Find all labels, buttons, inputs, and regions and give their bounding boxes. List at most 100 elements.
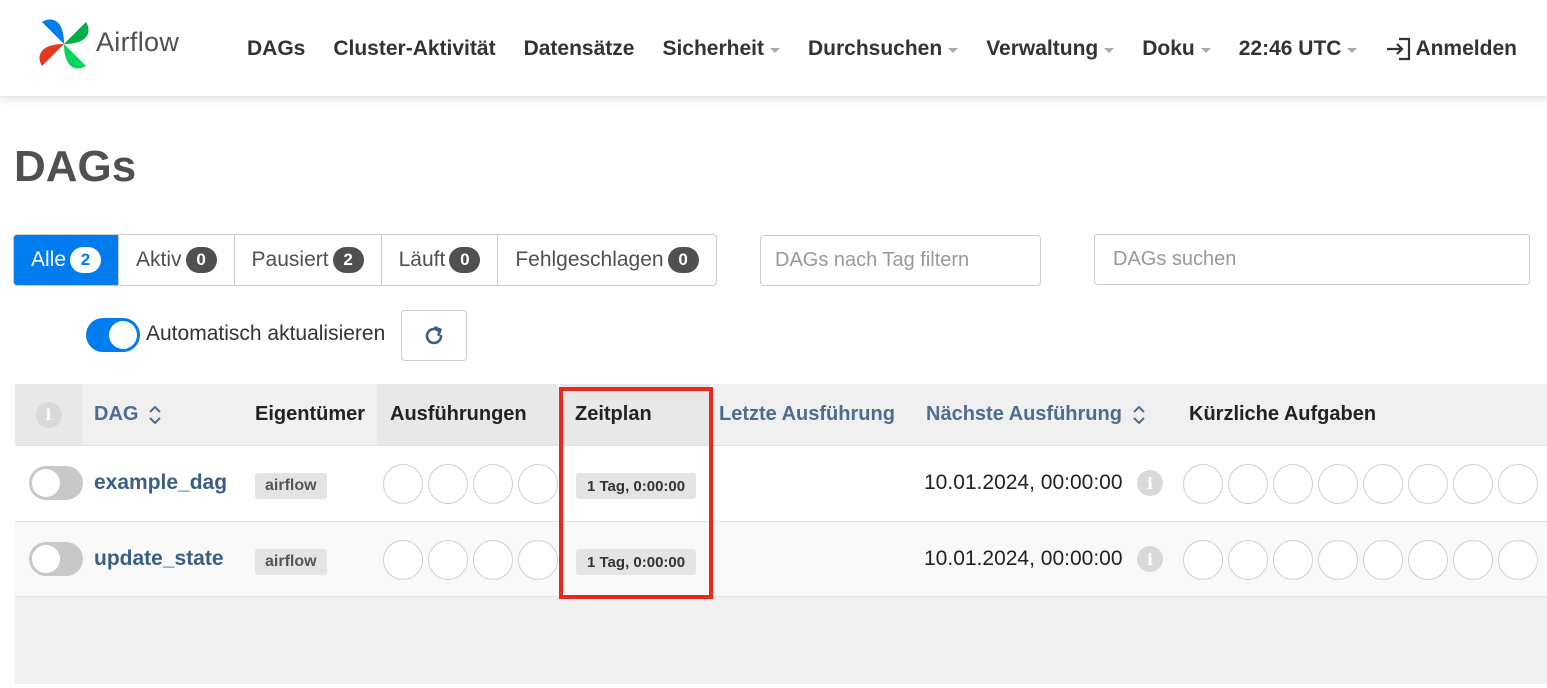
caret-down-icon <box>948 48 959 53</box>
next-run-info-icon[interactable]: i <box>1137 470 1163 496</box>
task-status-circle[interactable] <box>1318 464 1358 504</box>
header-last-run[interactable]: Letzte Ausführung <box>719 384 895 445</box>
dag-link[interactable]: example_dag <box>94 471 227 495</box>
dag-search-placeholder: DAGs suchen <box>1113 248 1237 270</box>
login-link[interactable]: Anmelden <box>1385 37 1517 61</box>
brand-name: Airflow <box>96 26 180 57</box>
count-badge: 0 <box>185 247 217 273</box>
schedule-column-highlight <box>559 387 713 599</box>
nav-browse[interactable]: Durchsuchen <box>808 37 959 61</box>
info-icon: i <box>35 401 62 428</box>
header-recent-tasks: Kürzliche Aufgaben <box>1189 384 1376 445</box>
run-status-circle[interactable] <box>383 464 423 504</box>
header-next-run[interactable]: Nächste Ausführung <box>926 384 1146 445</box>
dag-pause-toggle[interactable] <box>29 542 83 576</box>
nav-clock[interactable]: 22:46 UTC <box>1239 37 1358 61</box>
nav-datasets[interactable]: Datensätze <box>524 37 635 61</box>
task-status-circle[interactable] <box>1408 540 1448 580</box>
task-status-circle[interactable] <box>1408 464 1448 504</box>
next-run-info-icon[interactable]: i <box>1137 546 1163 572</box>
toggle-knob <box>32 469 60 497</box>
info-icon-glyph: i <box>1146 473 1154 493</box>
owner-tag[interactable]: airflow <box>255 473 327 499</box>
run-status-circle[interactable] <box>473 540 513 580</box>
nav-security-label: Sicherheit <box>662 37 764 60</box>
filter-active-label: Aktiv <box>136 248 182 271</box>
nav-datasets-label: Datensätze <box>523 37 635 60</box>
run-status-circle[interactable] <box>473 464 513 504</box>
task-status-circle[interactable] <box>1228 540 1268 580</box>
toggle-knob <box>32 545 60 573</box>
caret-down-icon <box>770 48 780 53</box>
header-owner: Eigentümer <box>255 384 365 445</box>
run-status-circle[interactable] <box>428 464 468 504</box>
task-status-circle[interactable] <box>1183 540 1223 580</box>
refresh-button[interactable] <box>401 310 467 361</box>
task-status-circle[interactable] <box>1498 464 1538 504</box>
count-badge: 2 <box>332 247 364 273</box>
header-owner-label: Eigentümer <box>255 403 366 425</box>
status-filter-group: Alle 2 Aktiv 0 Pausiert 2 Läuft 0 Fehlge… <box>13 234 717 286</box>
filter-failed-button[interactable]: Fehlgeschlagen 0 <box>498 235 716 285</box>
main-nav: DAGs Cluster-Aktivität Datensätze Sicher… <box>247 30 1517 68</box>
filter-all-label: Alle <box>31 248 67 271</box>
task-status-circle[interactable] <box>1228 464 1268 504</box>
nav-dags-label: DAGs <box>247 37 306 60</box>
run-status-circle[interactable] <box>518 464 558 504</box>
table-header: i DAG Eigentümer Ausführungen Zeitplan L… <box>15 384 1547 445</box>
task-status-circle[interactable] <box>1453 464 1493 504</box>
page-title: DAGs <box>14 142 137 191</box>
filter-running-label: Läuft <box>398 248 446 271</box>
nav-docs[interactable]: Doku <box>1142 37 1211 61</box>
toggle-knob <box>109 321 137 349</box>
owner-tag[interactable]: airflow <box>255 549 327 575</box>
count-badge: 2 <box>70 247 102 273</box>
run-status-circle[interactable] <box>518 540 558 580</box>
filter-paused-button[interactable]: Pausiert 2 <box>234 235 382 285</box>
nav-admin-label: Verwaltung <box>986 37 1099 60</box>
count-badge: 0 <box>667 247 699 273</box>
info-icon-glyph: i <box>1146 549 1154 569</box>
nav-cluster-activity[interactable]: Cluster-Aktivität <box>333 37 495 61</box>
run-status-circle[interactable] <box>383 540 423 580</box>
dag-pause-toggle[interactable] <box>29 466 83 500</box>
header-runs-label: Ausführungen <box>390 403 527 425</box>
header-dag[interactable]: DAG <box>94 384 162 445</box>
login-label: Anmelden <box>1415 37 1517 60</box>
filter-all-button[interactable]: Alle 2 <box>14 235 120 285</box>
task-status-circle[interactable] <box>1363 464 1403 504</box>
dag-search-input[interactable]: DAGs suchen <box>1094 234 1530 285</box>
nav-admin[interactable]: Verwaltung <box>986 37 1115 61</box>
count-badge: 0 <box>449 247 481 273</box>
filter-failed-label: Fehlgeschlagen <box>515 248 664 271</box>
task-status-circle[interactable] <box>1453 540 1493 580</box>
header-recent-tasks-label: Kürzliche Aufgaben <box>1189 403 1377 425</box>
task-status-circle[interactable] <box>1273 464 1313 504</box>
next-run-date: 10.01.2024, 00:00:00 <box>924 471 1123 494</box>
task-status-circle[interactable] <box>1273 540 1313 580</box>
dag-link[interactable]: update_state <box>94 547 224 571</box>
filter-active-button[interactable]: Aktiv 0 <box>119 235 235 285</box>
run-status-circle[interactable] <box>428 540 468 580</box>
next-run-date: 10.01.2024, 00:00:00 <box>924 547 1123 570</box>
task-status-circle[interactable] <box>1498 540 1538 580</box>
nav-browse-label: Durchsuchen <box>808 37 943 60</box>
auto-refresh-toggle[interactable] <box>86 318 140 352</box>
filter-running-button[interactable]: Läuft 0 <box>381 235 499 285</box>
task-status-circle[interactable] <box>1318 540 1358 580</box>
info-icon-glyph: i <box>45 405 52 424</box>
nav-security[interactable]: Sicherheit <box>662 37 780 61</box>
brand-link[interactable]: Airflow <box>34 14 179 74</box>
dags-table: i DAG Eigentümer Ausführungen Zeitplan L… <box>15 384 1547 684</box>
nav-dags[interactable]: DAGs <box>247 37 305 61</box>
table-row: update_state airflow 1 Tag, 0:00:00 10.0… <box>15 521 1547 597</box>
nav-cluster-activity-label: Cluster-Aktivität <box>333 37 496 60</box>
tag-filter-input[interactable]: DAGs nach Tag filtern <box>760 235 1041 286</box>
sort-icon <box>1133 405 1145 424</box>
header-next-run-label: Nächste Ausführung <box>926 403 1122 425</box>
tag-filter-placeholder: DAGs nach Tag filtern <box>775 249 970 271</box>
task-status-circle[interactable] <box>1363 540 1403 580</box>
task-status-circle[interactable] <box>1183 464 1223 504</box>
header-last-run-label: Letzte Ausführung <box>719 403 895 425</box>
top-navbar: Airflow DAGs Cluster-Aktivität Datensätz… <box>0 0 1547 97</box>
